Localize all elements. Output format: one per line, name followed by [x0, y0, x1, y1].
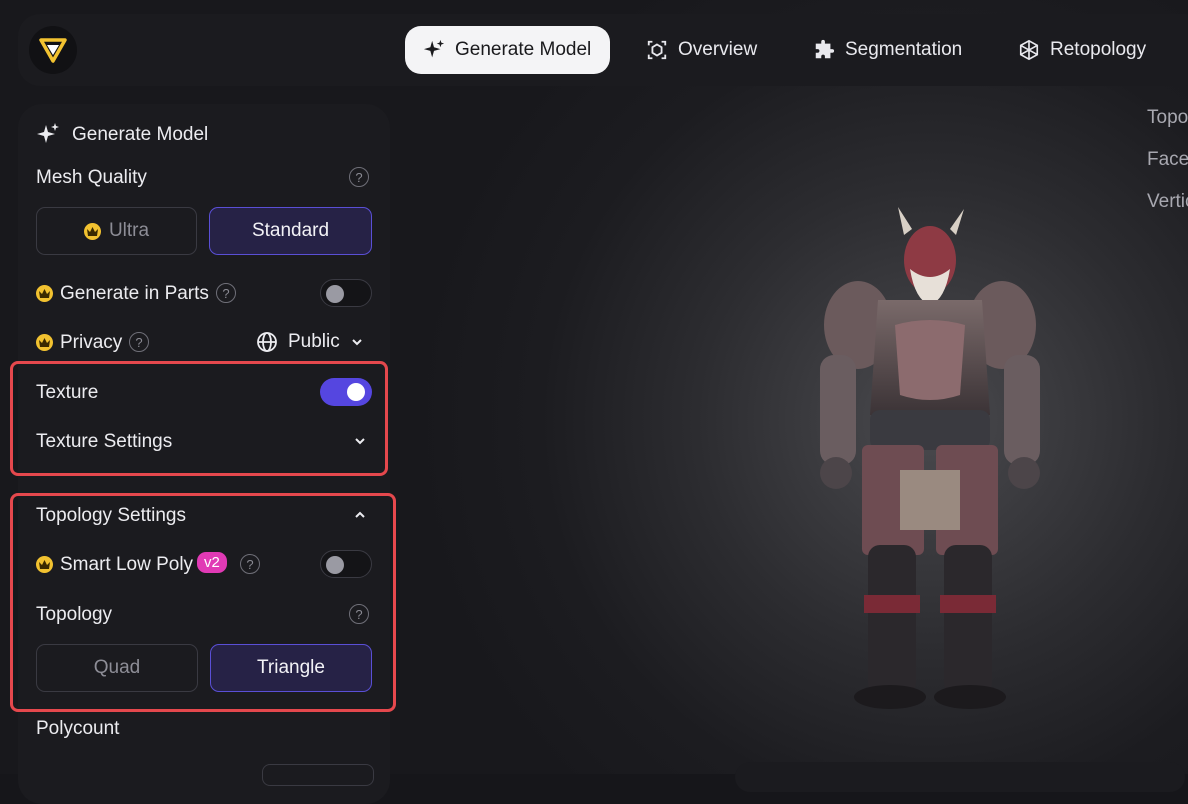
mesh-quality-standard-button[interactable]: Standard: [209, 207, 372, 255]
help-icon[interactable]: ?: [216, 283, 236, 303]
topology-triangle-button[interactable]: Triangle: [210, 644, 372, 692]
texture-label: Texture: [36, 382, 99, 403]
topology-settings-label[interactable]: Topology Settings: [36, 505, 186, 527]
crown-icon: [83, 222, 101, 240]
smart-low-poly-toggle[interactable]: [320, 550, 372, 578]
smart-low-poly-label: Smart Low Poly: [60, 554, 194, 575]
help-icon[interactable]: ?: [349, 604, 369, 624]
crown-icon: [36, 556, 53, 573]
stat-topology-label: Topo: [1147, 107, 1188, 128]
nav-tab-retopology[interactable]: Retopology: [1000, 26, 1164, 74]
logo-icon: [39, 38, 67, 63]
nav-tab-label: Overview: [678, 39, 758, 60]
nav-tab-label: Generate Model: [455, 39, 592, 60]
option-label: Standard: [251, 220, 330, 241]
stat-vertices-label: Vertic: [1147, 191, 1188, 212]
crown-icon: [36, 334, 53, 351]
privacy-dropdown[interactable]: Public: [256, 331, 364, 353]
viewport-toolbar: [735, 762, 1185, 792]
panel-title: Generate Model: [72, 124, 209, 145]
stat-faces-label: Faces: [1147, 149, 1188, 170]
app-logo[interactable]: [29, 26, 77, 74]
chevron-down-icon: [352, 339, 362, 346]
nav-tab-label: Segmentation: [845, 39, 963, 60]
toggle-knob: [326, 285, 344, 303]
mesh-icon: [1019, 39, 1039, 61]
puzzle-icon: [815, 39, 835, 59]
nav-tab-generate-model[interactable]: Generate Model: [405, 26, 610, 74]
nav-tab-overview[interactable]: Overview: [628, 26, 775, 74]
toggle-knob: [347, 383, 365, 401]
toggle-knob: [326, 556, 344, 574]
help-icon[interactable]: ?: [240, 554, 260, 574]
mesh-quality-label: Mesh Quality: [36, 167, 147, 188]
cube-scan-icon: [647, 40, 667, 60]
crown-icon: [36, 285, 53, 302]
texture-settings-label[interactable]: Texture Settings: [36, 431, 172, 453]
sparkle-icon: [423, 39, 445, 58]
topology-quad-button[interactable]: Quad: [36, 644, 198, 692]
sparkle-icon: [37, 123, 59, 143]
privacy-label: Privacy: [60, 332, 123, 353]
generate-in-parts-toggle[interactable]: [320, 279, 372, 307]
chevron-down-icon[interactable]: [353, 434, 367, 448]
version-badge: v2: [197, 552, 227, 573]
option-label: Triangle: [257, 657, 325, 678]
texture-toggle[interactable]: [320, 378, 372, 406]
nav-tab-segmentation[interactable]: Segmentation: [795, 26, 980, 74]
help-icon[interactable]: ?: [129, 332, 149, 352]
polycount-input[interactable]: [262, 764, 374, 786]
help-icon[interactable]: ?: [349, 167, 369, 187]
generate-in-parts-label: Generate in Parts: [60, 283, 209, 304]
globe-icon: [257, 332, 277, 352]
option-label: Ultra: [108, 220, 150, 241]
mesh-quality-ultra-button[interactable]: Ultra: [36, 207, 197, 255]
privacy-value: Public: [288, 331, 340, 352]
polycount-label: Polycount: [36, 718, 120, 739]
topology-label: Topology: [36, 604, 113, 625]
chevron-up-icon[interactable]: [353, 508, 367, 522]
nav-tab-label: Retopology: [1050, 39, 1147, 60]
option-label: Quad: [93, 657, 141, 678]
armored-warrior-model[interactable]: [800, 205, 1060, 715]
